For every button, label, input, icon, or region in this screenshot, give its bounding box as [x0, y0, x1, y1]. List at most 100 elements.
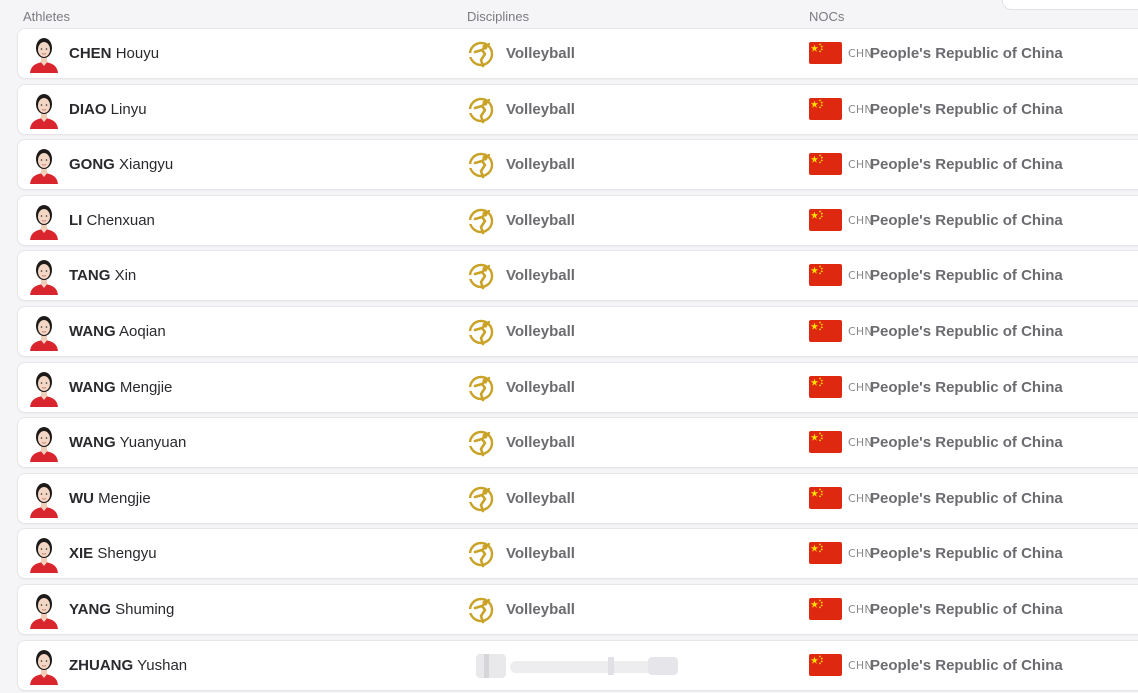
volleyball-pictogram-icon	[468, 540, 495, 568]
noc-name[interactable]: People's Republic of China	[870, 379, 1063, 396]
athlete-avatar	[29, 535, 59, 573]
athlete-avatar	[29, 202, 59, 240]
volleyball-pictogram-icon	[468, 40, 495, 68]
athlete-last-name: ZHUANG	[69, 657, 134, 674]
athlete-name[interactable]: DIAO Linyu	[69, 101, 147, 118]
athlete-last-name: WANG	[69, 379, 116, 396]
athlete-last-name: WANG	[69, 434, 116, 451]
table-row[interactable]: LI Chenxuan Volleyball CHN People's Repu…	[17, 195, 1138, 246]
discipline-label[interactable]: Volleyball	[506, 545, 575, 562]
china-flag-icon	[809, 431, 842, 453]
athlete-avatar	[29, 146, 59, 184]
athlete-first-name: Houyu	[115, 45, 160, 62]
noc-name[interactable]: People's Republic of China	[870, 267, 1063, 284]
discipline-label[interactable]: Volleyball	[506, 101, 575, 118]
athlete-name[interactable]: YANG Shuming	[69, 601, 174, 618]
discipline-label[interactable]: Volleyball	[506, 434, 575, 451]
table-row[interactable]: WANG Aoqian Volleyball CHN People's Repu…	[17, 306, 1138, 357]
discipline-loading-placeholder	[458, 651, 683, 681]
column-header-nocs[interactable]: NOCs	[809, 9, 844, 24]
athlete-first-name: Xiangyu	[119, 156, 174, 173]
noc-name[interactable]: People's Republic of China	[870, 490, 1063, 507]
noc-name[interactable]: People's Republic of China	[870, 45, 1063, 62]
discipline-label[interactable]: Volleyball	[506, 490, 575, 507]
table-row[interactable]: WANG Yuanyuan Volleyball CHN People's Re…	[17, 417, 1138, 468]
noc-name[interactable]: People's Republic of China	[870, 434, 1063, 451]
discipline-label[interactable]: Volleyball	[506, 601, 575, 618]
table-row[interactable]: DIAO Linyu Volleyball CHN People's Repub…	[17, 84, 1138, 135]
volleyball-pictogram-icon	[468, 207, 495, 235]
volleyball-pictogram-icon	[468, 429, 495, 457]
noc-name[interactable]: People's Republic of China	[870, 101, 1063, 118]
athlete-name[interactable]: WU Mengjie	[69, 490, 151, 507]
china-flag-icon	[809, 487, 842, 509]
athlete-last-name: LI	[69, 212, 83, 229]
athlete-first-name: Chenxuan	[86, 212, 155, 229]
table-row[interactable]: TANG Xin Volleyball CHN People's Republi…	[17, 250, 1138, 301]
athlete-last-name: CHEN	[69, 45, 112, 62]
china-flag-icon	[809, 320, 842, 342]
discipline-label[interactable]: Volleyball	[506, 156, 575, 173]
table-row[interactable]: WU Mengjie Volleyball CHN People's Repub…	[17, 473, 1138, 524]
athlete-last-name: XIE	[69, 545, 94, 562]
volleyball-pictogram-icon	[468, 318, 495, 346]
volleyball-pictogram-icon	[468, 262, 495, 290]
table-row[interactable]: CHEN Houyu Volleyball CHN People's Repub…	[17, 28, 1138, 79]
china-flag-icon	[809, 264, 842, 286]
china-flag-icon	[809, 654, 842, 676]
athlete-first-name: Shuming	[115, 601, 175, 618]
athlete-first-name: Mengjie	[119, 379, 173, 396]
athlete-name[interactable]: GONG Xiangyu	[69, 156, 173, 173]
athlete-last-name: GONG	[69, 156, 115, 173]
athlete-name[interactable]: XIE Shengyu	[69, 545, 157, 562]
athlete-first-name: Yushan	[137, 657, 188, 674]
athlete-last-name: TANG	[69, 267, 111, 284]
athlete-avatar	[29, 480, 59, 518]
china-flag-icon	[809, 376, 842, 398]
volleyball-pictogram-icon	[468, 151, 495, 179]
table-row[interactable]: XIE Shengyu Volleyball CHN People's Repu…	[17, 528, 1138, 579]
table-row[interactable]: WANG Mengjie Volleyball CHN People's Rep…	[17, 362, 1138, 413]
noc-name[interactable]: People's Republic of China	[870, 657, 1063, 674]
discipline-label[interactable]: Volleyball	[506, 323, 575, 340]
china-flag-icon	[809, 153, 842, 175]
noc-name[interactable]: People's Republic of China	[870, 545, 1063, 562]
athlete-avatar	[29, 313, 59, 351]
athlete-first-name: Aoqian	[119, 323, 166, 340]
noc-name[interactable]: People's Republic of China	[870, 156, 1063, 173]
athlete-name[interactable]: WANG Mengjie	[69, 379, 172, 396]
column-header-athletes[interactable]: Athletes	[23, 9, 70, 24]
discipline-label[interactable]: Volleyball	[506, 379, 575, 396]
noc-name[interactable]: People's Republic of China	[870, 601, 1063, 618]
noc-name[interactable]: People's Republic of China	[870, 323, 1063, 340]
volleyball-pictogram-icon	[468, 485, 495, 513]
athlete-avatar	[29, 647, 59, 685]
athlete-last-name: YANG	[69, 601, 111, 618]
athlete-first-name: Mengjie	[98, 490, 151, 507]
table-header: Athletes Disciplines NOCs	[0, 0, 1138, 28]
discipline-label[interactable]: Volleyball	[506, 212, 575, 229]
athlete-name[interactable]: TANG Xin	[69, 267, 136, 284]
discipline-label[interactable]: Volleyball	[506, 267, 575, 284]
athlete-last-name: WU	[69, 490, 94, 507]
table-row[interactable]: ZHUANG Yushan CHN People's Republic of C…	[17, 640, 1138, 691]
discipline-label[interactable]: Volleyball	[506, 45, 575, 62]
athlete-name[interactable]: ZHUANG Yushan	[69, 657, 187, 674]
china-flag-icon	[809, 42, 842, 64]
athlete-first-name: Linyu	[110, 101, 147, 118]
athlete-last-name: WANG	[69, 323, 116, 340]
athlete-avatar	[29, 91, 59, 129]
noc-name[interactable]: People's Republic of China	[870, 212, 1063, 229]
athlete-avatar	[29, 257, 59, 295]
table-row[interactable]: GONG Xiangyu Volleyball CHN People's Rep…	[17, 139, 1138, 190]
athlete-name[interactable]: WANG Aoqian	[69, 323, 166, 340]
column-header-disciplines[interactable]: Disciplines	[467, 9, 529, 24]
table-row[interactable]: YANG Shuming Volleyball CHN People's Rep…	[17, 584, 1138, 635]
athlete-name[interactable]: LI Chenxuan	[69, 212, 155, 229]
volleyball-pictogram-icon	[468, 96, 495, 124]
athlete-avatar	[29, 35, 59, 73]
volleyball-pictogram-icon	[468, 596, 495, 624]
china-flag-icon	[809, 98, 842, 120]
athlete-name[interactable]: WANG Yuanyuan	[69, 434, 186, 451]
athlete-name[interactable]: CHEN Houyu	[69, 45, 159, 62]
